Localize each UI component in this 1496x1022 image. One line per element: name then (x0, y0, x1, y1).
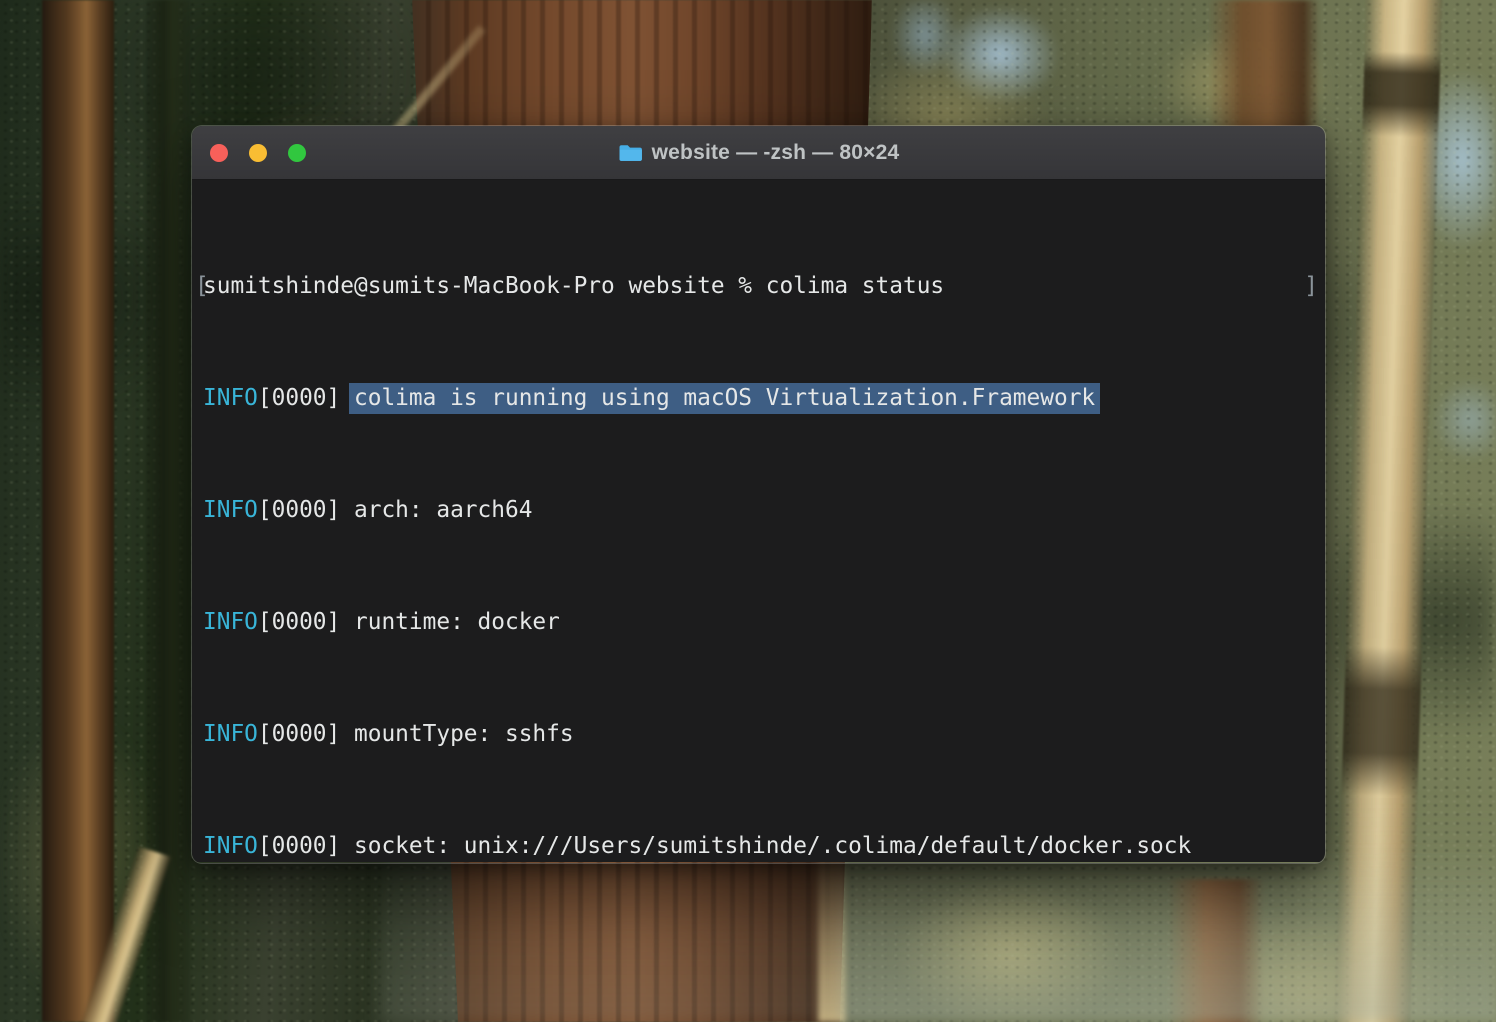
log-level: INFO (203, 833, 258, 859)
fullscreen-button[interactable] (288, 144, 306, 162)
prompt-start-mark: [ (195, 272, 209, 300)
log-separator (340, 609, 354, 635)
log-line: INFO[0000] socket: unix:///Users/sumitsh… (203, 832, 1314, 860)
folder-icon (618, 143, 643, 163)
window-title-area: website — -zsh — 80×24 (192, 126, 1325, 179)
log-message-selected: colima is running using macOS Virtualiza… (349, 383, 1100, 414)
log-message: runtime: docker (354, 609, 560, 635)
terminal-titlebar[interactable]: website — -zsh — 80×24 (192, 126, 1325, 180)
window-controls (192, 144, 306, 162)
log-message: socket: unix:///Users/sumitshinde/.colim… (354, 833, 1191, 859)
log-line: INFO[0000] colima is running using macOS… (203, 384, 1314, 412)
wallpaper-tree-trunk-left (42, 0, 114, 1022)
close-button[interactable] (210, 144, 228, 162)
log-separator (340, 497, 354, 523)
log-separator (340, 833, 354, 859)
terminal-content[interactable]: [sumitshinde@sumits-MacBook-Pro website … (192, 180, 1325, 862)
log-message: mountType: sshfs (354, 721, 574, 747)
log-tag: [0000] (258, 721, 340, 747)
log-line: INFO[0000] mountType: sshfs (203, 720, 1314, 748)
log-separator (340, 721, 354, 747)
log-level: INFO (203, 385, 258, 411)
log-level: INFO (203, 721, 258, 747)
minimize-button[interactable] (249, 144, 267, 162)
command-text: sumitshinde@sumits-MacBook-Pro website %… (203, 273, 944, 299)
terminal-window: website — -zsh — 80×24 [sumitshinde@sumi… (192, 126, 1325, 863)
log-level: INFO (203, 609, 258, 635)
log-tag: [0000] (258, 609, 340, 635)
prompt-end-mark: ] (1304, 272, 1318, 300)
log-line: INFO[0000] runtime: docker (203, 608, 1314, 636)
log-level: INFO (203, 497, 258, 523)
log-tag: [0000] (258, 497, 340, 523)
window-title: website — -zsh — 80×24 (652, 141, 900, 165)
log-message: arch: aarch64 (354, 497, 532, 523)
log-line: INFO[0000] arch: aarch64 (203, 496, 1314, 524)
log-tag: [0000] (258, 385, 340, 411)
log-tag: [0000] (258, 833, 340, 859)
prompt-command-line: [sumitshinde@sumits-MacBook-Pro website … (203, 272, 1314, 300)
